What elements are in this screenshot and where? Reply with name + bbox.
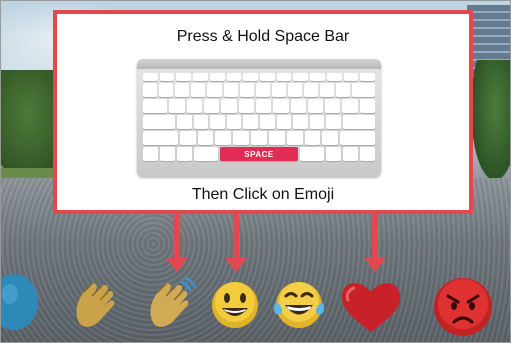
image-border <box>0 0 511 343</box>
